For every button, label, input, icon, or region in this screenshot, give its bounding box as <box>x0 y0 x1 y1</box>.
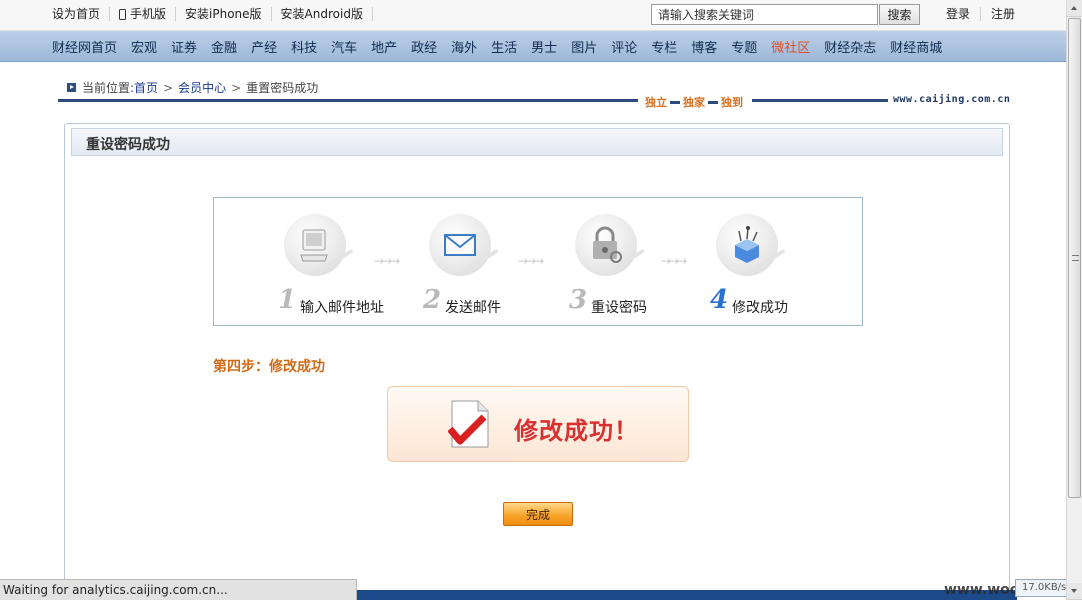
slogan-word: 独立 <box>645 96 667 109</box>
mobile-version-link[interactable]: 手机版 <box>110 7 177 21</box>
site-url-logo: www.caijing.com.cn <box>893 94 1011 105</box>
nav-item-home[interactable]: 财经网首页 <box>45 37 124 56</box>
scroll-down-icon[interactable] <box>1067 583 1082 600</box>
top-utility-bar: 设为首页 手机版 安装iPhone版 安装Android版 搜索 登录 注册 <box>0 0 1066 31</box>
success-text: 修改成功！ <box>514 417 639 445</box>
slogan-dash <box>708 100 718 104</box>
breadcrumb-separator: > <box>163 80 174 95</box>
computer-icon <box>284 214 346 276</box>
nav-item-politics[interactable]: 政经 <box>404 37 444 56</box>
scrollbar-thumb[interactable] <box>1068 18 1081 498</box>
nav-item-comments[interactable]: 评论 <box>604 37 644 56</box>
grip <box>1072 255 1079 261</box>
vertical-scrollbar[interactable] <box>1066 0 1082 600</box>
breadcrumb: 当前位置: 首页 > 会员中心 > 重置密码成功 <box>67 79 318 96</box>
lock-key-icon <box>575 214 637 276</box>
divider-line <box>752 99 888 102</box>
step-label: 修改成功 <box>732 300 788 316</box>
step-number: 3 <box>569 285 588 315</box>
step-number: 4 <box>710 285 729 315</box>
progress-steps: 1 输入邮件地址 →→→ 2 发送邮件 →→→ 3 重设密码 →→→ 4 修改成… <box>213 197 863 326</box>
step-arrow-icon: →→→ <box>518 254 544 268</box>
step-4: 4 修改成功 <box>710 214 836 316</box>
nav-item-topics[interactable]: 专题 <box>724 37 764 56</box>
step-arrow-icon: →→→ <box>661 254 687 268</box>
done-button[interactable]: 完成 <box>503 502 573 526</box>
nav-item-men[interactable]: 男士 <box>524 37 564 56</box>
breadcrumb-member-link[interactable]: 会员中心 <box>178 79 226 96</box>
nav-item-finance[interactable]: 金融 <box>204 37 244 56</box>
install-android-link[interactable]: 安装Android版 <box>272 7 373 21</box>
step-title: 第四步：修改成功 <box>213 359 325 375</box>
mobile-version-label: 手机版 <box>130 7 167 21</box>
checkmark-document-icon <box>447 399 490 449</box>
nav-item-columns[interactable]: 专栏 <box>644 37 684 56</box>
browser-status-bar: Waiting for analytics.caijing.com.cn... <box>0 579 357 600</box>
login-link[interactable]: 登录 <box>936 7 982 21</box>
nav-item-auto[interactable]: 汽车 <box>324 37 364 56</box>
nav-item-pictures[interactable]: 图片 <box>564 37 604 56</box>
mobile-phone-icon <box>119 9 127 20</box>
breadcrumb-separator: > <box>231 80 242 95</box>
envelope-icon <box>429 214 491 276</box>
nav-item-life[interactable]: 生活 <box>484 37 524 56</box>
nav-item-blog[interactable]: 博客 <box>684 37 724 56</box>
scroll-up-icon[interactable] <box>1067 0 1082 17</box>
step-label: 发送邮件 <box>445 300 501 316</box>
nav-item-overseas[interactable]: 海外 <box>444 37 484 56</box>
step-label: 重设密码 <box>591 300 647 316</box>
nav-item-macro[interactable]: 宏观 <box>124 37 164 56</box>
step-label: 输入邮件地址 <box>300 300 384 316</box>
nav-item-industry[interactable]: 产经 <box>244 37 284 56</box>
search-button[interactable]: 搜索 <box>879 4 920 25</box>
slogan-word: 独家 <box>683 96 705 109</box>
success-message-box: 修改成功！ <box>387 386 689 462</box>
nav-item-magazine[interactable]: 财经杂志 <box>817 37 883 56</box>
slogan-dash <box>670 100 680 104</box>
nav-item-tech[interactable]: 科技 <box>284 37 324 56</box>
slogan-word: 独到 <box>721 96 743 109</box>
breadcrumb-current: 重置密码成功 <box>246 81 319 95</box>
step-number: 2 <box>423 285 442 315</box>
gift-box-icon <box>716 214 778 276</box>
nav-item-mall[interactable]: 财经商城 <box>883 37 949 56</box>
register-link[interactable]: 注册 <box>981 7 1025 21</box>
step-arrow-icon: →→→ <box>374 254 400 268</box>
network-speed: 17.0KB/s <box>1015 579 1071 597</box>
nav-item-community[interactable]: 微社区 <box>764 37 817 56</box>
set-homepage-link[interactable]: 设为首页 <box>46 7 111 21</box>
install-iphone-link[interactable]: 安装iPhone版 <box>176 7 272 21</box>
nav-item-realestate[interactable]: 地产 <box>364 37 404 56</box>
main-nav: 财经网首页 宏观 证券 金融 产经 科技 汽车 地产 政经 海外 生活 男士 图… <box>0 31 1066 62</box>
step-number: 1 <box>278 285 297 315</box>
footer-strip <box>357 590 1017 600</box>
search-input[interactable] <box>651 4 878 25</box>
slogan: 独立 独家 独到 <box>642 94 746 110</box>
divider-line <box>58 99 638 102</box>
breadcrumb-prefix: 当前位置: <box>82 81 135 95</box>
panel-title: 重设密码成功 <box>71 128 1003 156</box>
auth-links: 登录 注册 <box>936 7 1025 21</box>
play-arrow-icon <box>67 83 76 92</box>
nav-item-securities[interactable]: 证券 <box>164 37 204 56</box>
breadcrumb-home-link[interactable]: 首页 <box>134 79 158 96</box>
top-links: 设为首页 手机版 安装iPhone版 安装Android版 <box>46 7 373 21</box>
